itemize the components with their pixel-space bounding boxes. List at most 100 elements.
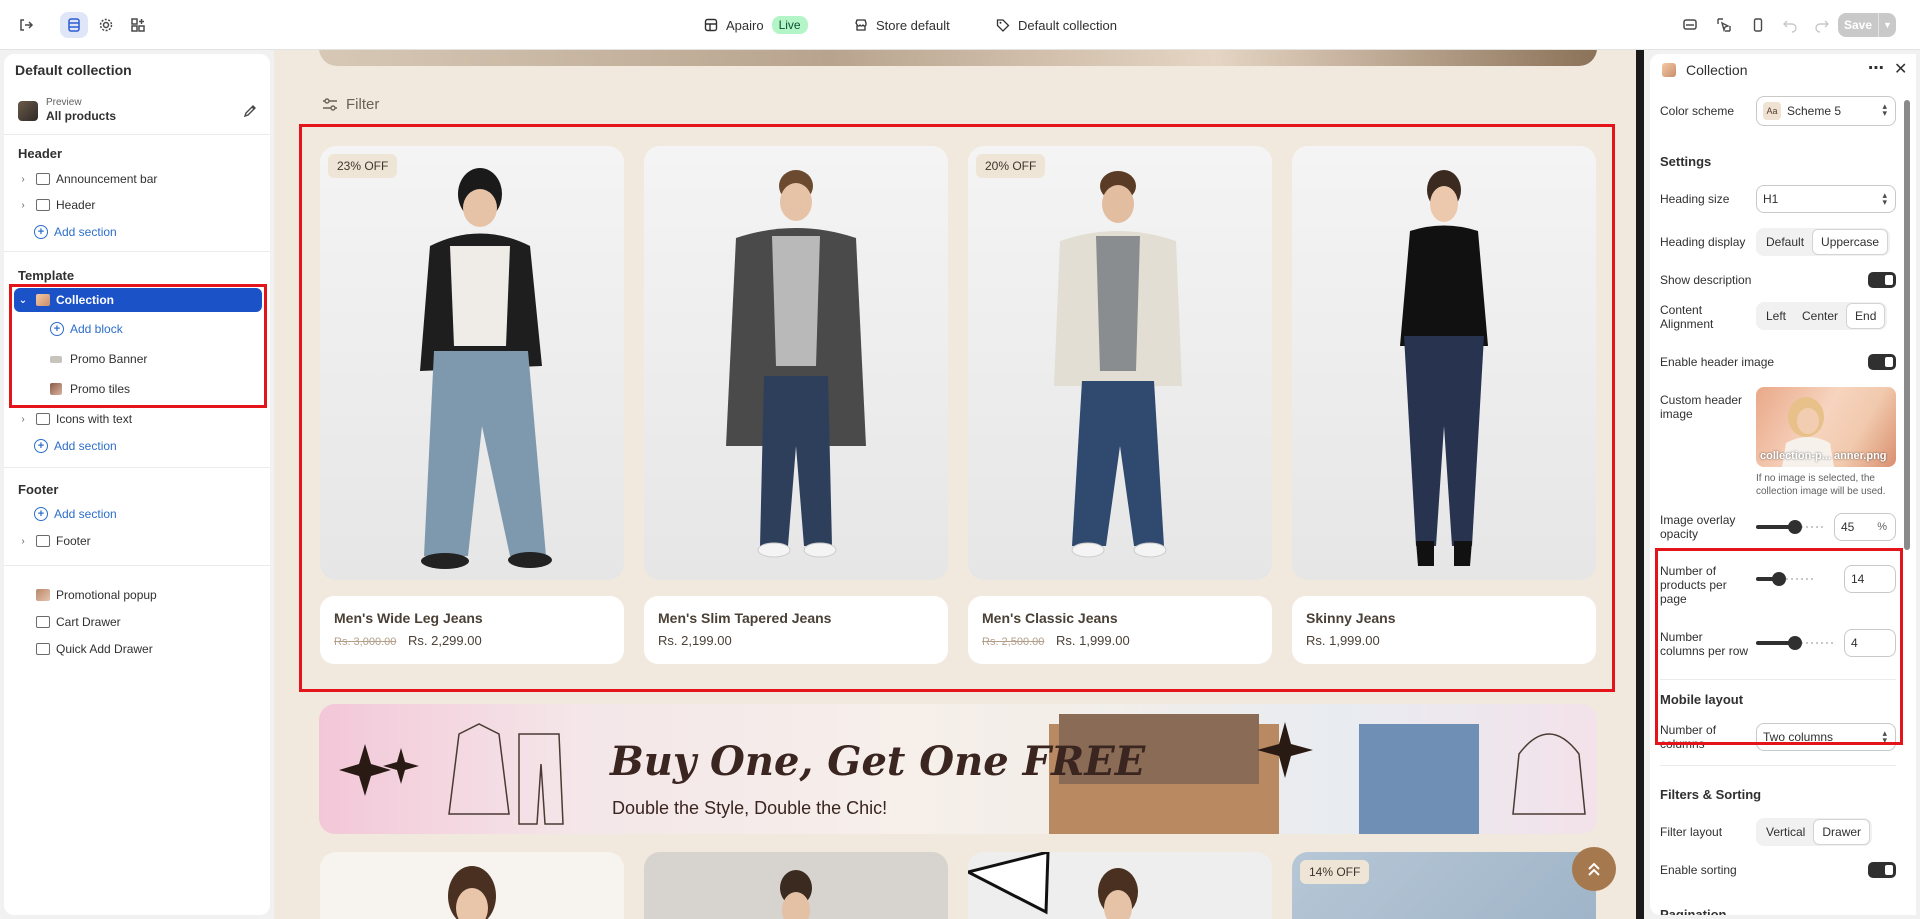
- settings-heading: Settings: [1660, 154, 1712, 169]
- overlay-promotional-popup[interactable]: Promotional popup: [14, 583, 262, 607]
- alignment-end[interactable]: End: [1846, 303, 1886, 329]
- add-section-label: Add section: [54, 439, 117, 453]
- section-header[interactable]: › Header: [14, 193, 262, 217]
- overlay-opacity-label: Image overlay opacity: [1660, 513, 1736, 541]
- promo-tile[interactable]: 14% OFF: [1292, 852, 1596, 919]
- section-label: Footer: [56, 534, 91, 548]
- close-icon[interactable]: ✕: [1894, 59, 1907, 79]
- add-section-template-button[interactable]: + Add section: [34, 439, 117, 453]
- overlay-quick-add-drawer[interactable]: Quick Add Drawer: [14, 637, 262, 661]
- section-layout-icon: [36, 173, 50, 185]
- enable-header-image-toggle[interactable]: [1868, 354, 1896, 370]
- chevron-right-icon[interactable]: ›: [16, 174, 30, 185]
- discount-badge: 14% OFF: [1300, 860, 1370, 884]
- overlay-label: Promotional popup: [56, 588, 157, 602]
- storefront-icon: [855, 19, 867, 31]
- store-default-selector[interactable]: Store default: [854, 0, 950, 50]
- add-circle-icon: +: [34, 439, 48, 453]
- redo-icon[interactable]: [1808, 12, 1836, 38]
- collection-icon: [1662, 63, 1676, 77]
- section-footer[interactable]: › Footer: [14, 529, 262, 553]
- enable-header-image-label: Enable header image: [1660, 355, 1775, 369]
- enable-sorting-label: Enable sorting: [1660, 863, 1737, 877]
- show-description-label: Show description: [1660, 273, 1752, 287]
- chevron-right-icon[interactable]: ›: [16, 536, 30, 547]
- select-cursor-icon[interactable]: [1710, 12, 1738, 38]
- filter-layout-toggle: Vertical Drawer: [1756, 818, 1873, 846]
- overlay-cart-drawer[interactable]: Cart Drawer: [14, 610, 262, 634]
- promo-tile[interactable]: [644, 852, 948, 919]
- store-selector[interactable]: Apairo Live: [704, 0, 808, 50]
- save-button-label: Save: [1843, 18, 1873, 32]
- section-icons-with-text[interactable]: › Icons with text: [14, 407, 262, 431]
- settings-gear-icon[interactable]: [92, 12, 120, 38]
- color-scheme-value: Scheme 5: [1787, 104, 1842, 118]
- filter-layout-vertical[interactable]: Vertical: [1758, 820, 1813, 844]
- promo-banner[interactable]: Buy One, Get One FREE Double the Style, …: [319, 704, 1597, 834]
- heading-display-uppercase[interactable]: Uppercase: [1812, 229, 1889, 255]
- scroll-to-top-button[interactable]: [1572, 847, 1616, 891]
- banner-title: Buy One, Get One FREE: [610, 738, 1146, 785]
- divider: [1660, 765, 1896, 766]
- overlay-opacity-unit: %: [1877, 521, 1887, 533]
- filter-button[interactable]: Filter: [322, 96, 379, 113]
- heading-size-select[interactable]: H1 ▴ ▾: [1756, 185, 1896, 213]
- template-label: Default collection: [1018, 17, 1117, 33]
- heading-display-default[interactable]: Default: [1758, 230, 1812, 254]
- section-announcement-bar[interactable]: › Announcement bar: [14, 167, 262, 191]
- chevron-right-icon[interactable]: ›: [16, 200, 30, 211]
- sections-icon[interactable]: [60, 12, 88, 38]
- overlay-label: Cart Drawer: [56, 615, 121, 629]
- alignment-center[interactable]: Center: [1794, 304, 1846, 328]
- mobile-preview-icon[interactable]: [1744, 12, 1772, 38]
- divider: [4, 134, 270, 135]
- undo-icon[interactable]: [1776, 12, 1804, 38]
- inspector-icon[interactable]: [1676, 12, 1704, 38]
- store-default-label: Store default: [876, 17, 950, 33]
- apps-icon[interactable]: [124, 12, 152, 38]
- drawer-icon: [36, 643, 50, 655]
- live-status-badge: Live: [771, 16, 808, 34]
- preview-selector[interactable]: Preview All products: [14, 94, 262, 128]
- chevron-right-icon[interactable]: ›: [16, 414, 30, 425]
- tag-icon: [996, 19, 1010, 32]
- heading-size-label: Heading size: [1660, 192, 1730, 206]
- overlay-opacity-input[interactable]: 45 %: [1834, 513, 1896, 541]
- section-label: Header: [56, 198, 96, 212]
- show-description-toggle[interactable]: [1868, 272, 1896, 288]
- group-template-title: Template: [18, 268, 75, 283]
- save-dropdown-chevron-icon[interactable]: ▼: [1878, 13, 1896, 37]
- enable-sorting-toggle[interactable]: [1868, 862, 1896, 878]
- custom-header-image-label: Custom header image: [1660, 393, 1743, 421]
- overlay-opacity-value: 45: [1841, 520, 1855, 534]
- highlight-box: [9, 284, 267, 408]
- filter-layout-drawer[interactable]: Drawer: [1813, 819, 1871, 845]
- alignment-left[interactable]: Left: [1758, 304, 1794, 328]
- settings-title: Collection: [1686, 62, 1748, 78]
- canvas-scrollbar[interactable]: [1636, 50, 1644, 919]
- filter-layout-label: Filter layout: [1660, 825, 1723, 839]
- slider-knob[interactable]: [1788, 520, 1802, 534]
- more-options-icon[interactable]: ⋯: [1868, 58, 1884, 78]
- settings-scrollbar[interactable]: [1904, 100, 1910, 550]
- promo-tile[interactable]: [320, 852, 624, 919]
- header-image-filename: collection-p... anner.png: [1760, 450, 1887, 462]
- content-alignment-toggle: Left Center End: [1756, 302, 1888, 330]
- header-image-help-text: If no image is selected, the collection …: [1756, 473, 1886, 497]
- filters-sorting-heading: Filters & Sorting: [1660, 787, 1762, 802]
- heading-size-value: H1: [1763, 192, 1779, 206]
- custom-header-image-picker[interactable]: collection-p... anner.png: [1756, 387, 1896, 467]
- content-alignment-label: Content Alignment: [1660, 303, 1714, 331]
- promo-tile[interactable]: [968, 852, 1272, 919]
- add-section-header-button[interactable]: + Add section: [34, 225, 117, 239]
- add-section-footer-button[interactable]: + Add section: [34, 507, 117, 521]
- text-section-icon: [36, 413, 50, 425]
- overlay-opacity-slider[interactable]: [1756, 520, 1826, 534]
- sections-panel: Default collection Preview All products …: [4, 54, 270, 915]
- edit-pencil-icon[interactable]: [242, 103, 258, 119]
- exit-icon[interactable]: [12, 12, 40, 38]
- color-scheme-select[interactable]: Aa Scheme 5 ▴ ▾: [1756, 96, 1896, 126]
- save-button[interactable]: Save ▼: [1838, 13, 1896, 37]
- select-chevron-icon: ▴ ▾: [1882, 190, 1887, 207]
- template-selector[interactable]: Default collection: [996, 0, 1117, 50]
